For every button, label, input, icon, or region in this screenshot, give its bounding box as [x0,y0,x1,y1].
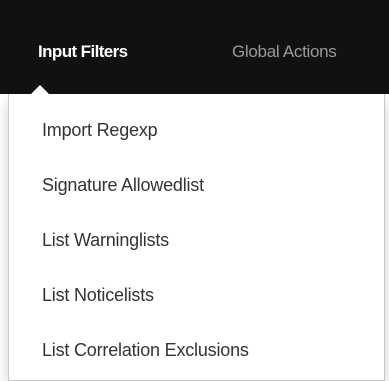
dropdown-caret-icon [30,85,50,95]
menu-item-list-correlation-exclusions[interactable]: List Correlation Exclusions [42,339,249,361]
tab-global-actions[interactable]: Global Actions [232,42,337,62]
menu-item-list-noticelists[interactable]: List Noticelists [42,284,154,306]
menu-item-list-warninglists[interactable]: List Warninglists [42,229,169,251]
menu-item-import-regexp[interactable]: Import Regexp [42,119,158,141]
menu-item-signature-allowedlist[interactable]: Signature Allowedlist [42,174,204,196]
tab-input-filters[interactable]: Input Filters [38,42,128,62]
top-navbar: Input Filters Global Actions [0,0,389,94]
